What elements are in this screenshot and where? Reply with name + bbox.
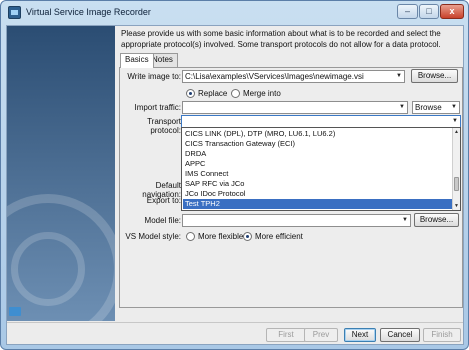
next-button[interactable]: Next	[344, 328, 376, 342]
recorder-app-icon	[8, 6, 21, 19]
model-file-label: Model file:	[144, 216, 181, 225]
prev-button[interactable]: Prev	[304, 328, 338, 342]
intro-text: Please provide us with some basic inform…	[121, 29, 441, 49]
replace-label: Replace	[198, 89, 228, 98]
maximize-button[interactable]: □	[419, 4, 439, 19]
more-flexible-radio[interactable]	[186, 232, 195, 241]
write-image-combo[interactable]: C:\Lisa\examples\VServices\Images\newima…	[182, 70, 405, 83]
title-bar[interactable]: Virtual Service Image Recorder – □ x	[1, 1, 468, 25]
export-to-label: Export to:	[146, 196, 181, 205]
recorder-window: Virtual Service Image Recorder – □ x Ple…	[0, 0, 469, 350]
scroll-thumb[interactable]	[454, 177, 459, 191]
chevron-down-icon[interactable]: ▼	[450, 116, 460, 127]
merge-into-label: Merge into	[243, 89, 281, 98]
transport-protocol-list[interactable]: CICS LINK (DPL), DTP (MRO, LU6.1, LU6.2)…	[181, 127, 461, 211]
scroll-up-icon[interactable]: ▲	[453, 128, 460, 136]
footer-divider	[7, 322, 463, 323]
model-file-combo[interactable]: ▼	[182, 214, 411, 227]
list-item-selected[interactable]: Test TPH2	[183, 199, 452, 209]
browse-model-button[interactable]: Browse...	[414, 213, 459, 227]
more-efficient-radio[interactable]	[243, 232, 252, 241]
import-traffic-label: Import traffic:	[134, 103, 181, 112]
list-item[interactable]: APPC	[183, 159, 452, 169]
folder-icon[interactable]	[9, 307, 21, 316]
transport-protocol-label: Transport protocol:	[147, 117, 181, 135]
list-item[interactable]: IMS Connect	[183, 169, 452, 179]
model-style-label: VS Model style:	[125, 232, 181, 241]
import-traffic-field[interactable]: ▼	[182, 101, 408, 114]
replace-radio[interactable]	[186, 89, 195, 98]
list-scrollbar[interactable]: ▲ ▼	[452, 128, 460, 210]
import-browse-dropdown[interactable]: Browse ▼	[412, 101, 460, 114]
window-title: Virtual Service Image Recorder	[26, 7, 151, 17]
list-item[interactable]: CICS Transaction Gateway (ECI)	[183, 139, 452, 149]
list-item[interactable]: CICS LINK (DPL), DTP (MRO, LU6.1, LU6.2)	[183, 129, 452, 139]
more-flexible-label: More flexible	[198, 232, 244, 241]
dialog-client-area: Please provide us with some basic inform…	[6, 25, 464, 345]
side-banner	[7, 26, 115, 321]
minimize-button[interactable]: –	[397, 4, 418, 19]
merge-into-radio[interactable]	[231, 89, 240, 98]
close-button[interactable]: x	[440, 4, 464, 19]
chevron-down-icon[interactable]: ▼	[449, 102, 459, 113]
list-item[interactable]: SAP RFC via JCo	[183, 179, 452, 189]
tab-basics[interactable]: Basics	[120, 53, 154, 68]
list-item[interactable]: JCo IDoc Protocol	[183, 189, 452, 199]
list-item[interactable]: DRDA	[183, 149, 452, 159]
chevron-down-icon[interactable]: ▼	[400, 215, 410, 226]
write-image-label: Write image to:	[127, 72, 181, 81]
cancel-button[interactable]: Cancel	[380, 328, 420, 342]
more-efficient-label: More efficient	[255, 232, 303, 241]
finish-button[interactable]: Finish	[423, 328, 461, 342]
browse-image-button[interactable]: Browse...	[411, 69, 458, 83]
import-browse-label: Browse	[415, 103, 442, 112]
banner-ring-inner	[11, 232, 85, 306]
chevron-down-icon[interactable]: ▼	[394, 71, 404, 82]
scroll-down-icon[interactable]: ▼	[453, 202, 460, 210]
chevron-down-icon[interactable]: ▼	[397, 102, 407, 113]
first-button[interactable]: First	[266, 328, 306, 342]
write-image-value: C:\Lisa\examples\VServices\Images\newima…	[185, 72, 364, 81]
